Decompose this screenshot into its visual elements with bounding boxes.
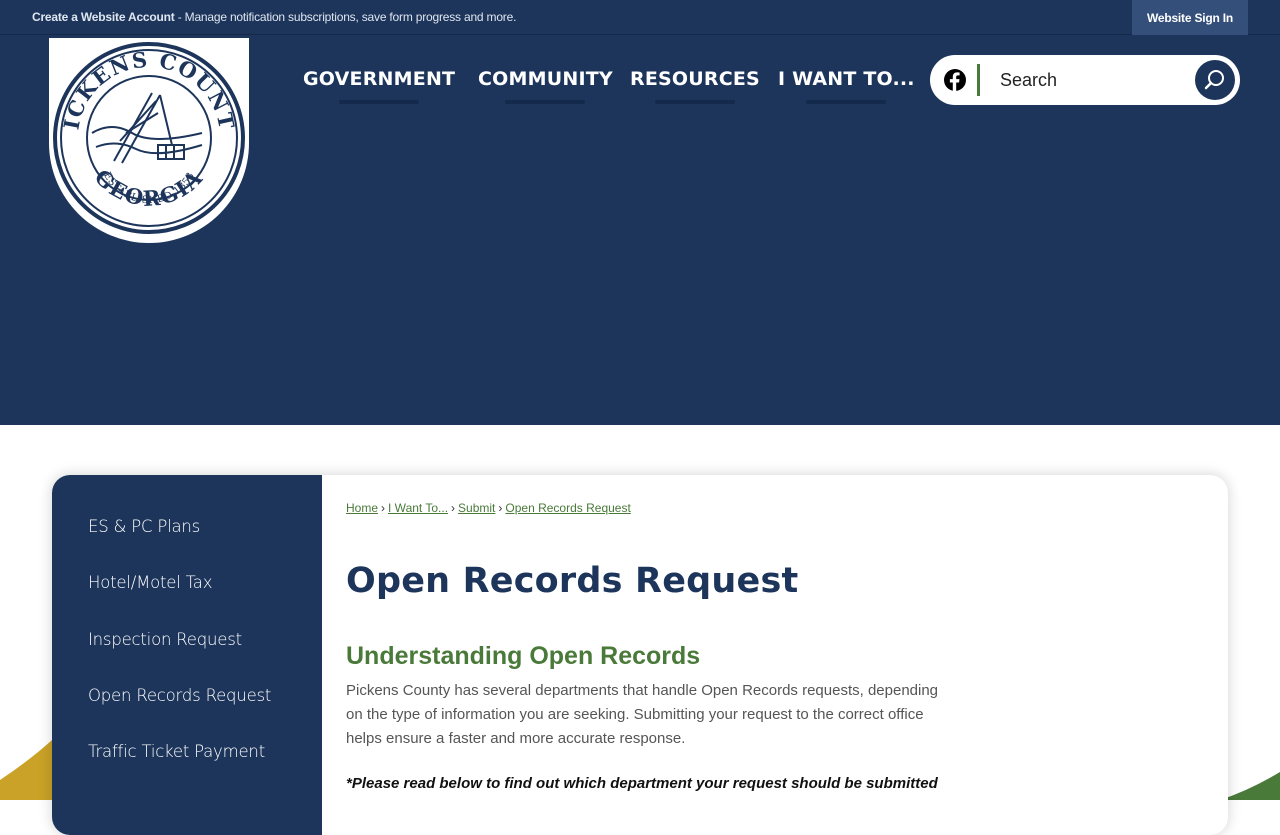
sidebar-item-traffic-ticket-payment[interactable]: Traffic Ticket Payment [88, 742, 265, 761]
breadcrumb: Home › I Want To... › Submit › Open Records Re… [346, 501, 631, 515]
utility-bar: Create a Website Account - Manage notifi… [0, 0, 1280, 35]
page-title: Open Records Request [346, 561, 799, 601]
create-account-description: - Manage notification subscriptions, sav… [174, 10, 517, 24]
website-sign-in-button[interactable]: Website Sign In [1132, 0, 1248, 35]
nav-i-want-to-label: I WANT TO... [778, 68, 915, 90]
breadcrumb-separator: › [498, 501, 503, 515]
create-account-text: Create a Website Account - Manage notifi… [32, 10, 516, 24]
section-heading: Understanding Open Records [346, 642, 701, 670]
create-account-link[interactable]: Create a Website Account [32, 10, 175, 24]
nav-i-want-to[interactable]: I WANT TO... [778, 68, 915, 104]
nav-government-label: GOVERNMENT [303, 68, 456, 90]
nav-community[interactable]: COMMUNITY [478, 68, 613, 104]
breadcrumb-separator: › [451, 501, 456, 515]
search-input[interactable] [1000, 68, 1180, 92]
site-header: PICKENS COUNTY GEORGIA ESTABLISHED 1853 [0, 35, 1280, 425]
nav-underline [806, 100, 887, 104]
facebook-icon[interactable] [944, 69, 966, 91]
sidebar-item-hotel-motel-tax[interactable]: Hotel/Motel Tax [88, 573, 212, 592]
breadcrumb-i-want-to[interactable]: I Want To... [388, 501, 448, 515]
nav-community-label: COMMUNITY [478, 68, 613, 90]
sidebar-item-open-records-request[interactable]: Open Records Request [88, 686, 271, 705]
search-divider [977, 64, 980, 96]
decorative-swoosh-left [0, 740, 60, 800]
decorative-swoosh-right [1220, 772, 1280, 800]
nav-underline [654, 100, 735, 104]
nav-government[interactable]: GOVERNMENT [303, 68, 456, 104]
breadcrumb-open-records-request[interactable]: Open Records Request [505, 501, 630, 515]
sidebar: ES & PC Plans Hotel/Motel Tax Inspection… [52, 475, 322, 835]
sidebar-item-inspection-request[interactable]: Inspection Request [88, 630, 242, 649]
instruction-note: *Please read below to find out which dep… [346, 775, 938, 792]
intro-paragraph: Pickens County has several departments t… [346, 682, 939, 747]
breadcrumb-separator: › [381, 501, 386, 515]
sidebar-item-es-pc-plans[interactable]: ES & PC Plans [88, 517, 200, 536]
county-seal-logo[interactable]: PICKENS COUNTY GEORGIA ESTABLISHED 1853 [49, 38, 249, 243]
search-button[interactable] [1195, 60, 1235, 100]
content-card: ES & PC Plans Hotel/Motel Tax Inspection… [52, 475, 1228, 835]
nav-underline [505, 100, 586, 104]
breadcrumb-home[interactable]: Home [346, 501, 378, 515]
search-icon [1204, 70, 1224, 90]
search-bar [930, 55, 1240, 105]
breadcrumb-submit[interactable]: Submit [458, 501, 495, 515]
nav-resources-label: RESOURCES [630, 68, 760, 90]
nav-underline [339, 100, 420, 104]
county-seal-icon: PICKENS COUNTY GEORGIA ESTABLISHED 1853 [52, 41, 245, 234]
nav-resources[interactable]: RESOURCES [630, 68, 760, 104]
